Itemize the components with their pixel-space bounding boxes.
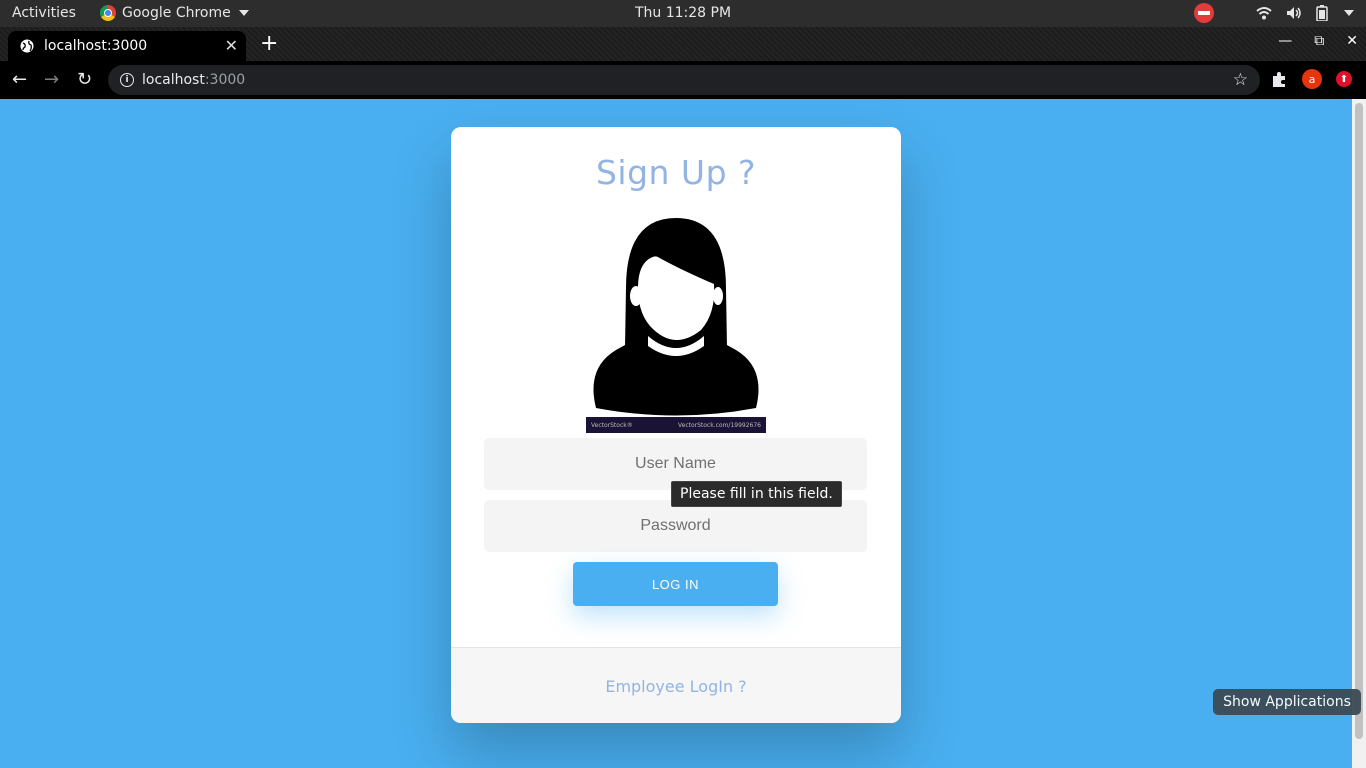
close-window-icon[interactable]: ✕ [1346,33,1358,49]
system-menu-chevron-icon[interactable] [1344,10,1354,16]
page-scrollbar[interactable] [1352,99,1366,768]
show-applications-tooltip: Show Applications [1213,689,1361,715]
login-button[interactable]: LOG IN [573,562,778,606]
employee-login-link[interactable]: Employee LogIn ? [605,677,746,696]
maximize-icon[interactable]: ⧉ [1314,33,1324,49]
new-tab-button[interactable]: + [260,31,278,56]
female-user-avatar-image [593,218,759,416]
reload-icon[interactable]: ↻ [77,69,92,90]
do-not-disturb-icon[interactable] [1194,3,1214,23]
vectorstock-watermark: VectorStock® VectorStock.com/19992676 [586,417,766,433]
site-info-icon[interactable]: i [120,73,134,87]
minimize-icon[interactable]: — [1278,33,1292,49]
close-tab-icon[interactable]: ✕ [225,36,238,55]
forward-arrow-icon[interactable]: → [44,69,59,90]
browser-toolbar: ← → ↻ i localhost:3000 ☆ [0,61,1366,99]
battery-icon [1316,5,1328,21]
system-tray[interactable] [1194,2,1354,24]
window-controls: — ⧉ ✕ [1278,33,1358,49]
back-arrow-icon[interactable]: ← [12,69,27,90]
update-extension-icon[interactable]: ⬆ [1336,71,1352,87]
globe-icon [20,39,34,53]
scrollbar-thumb[interactable] [1355,103,1363,739]
system-top-bar: Activities Google Chrome Thu 11:28 PM [0,0,1366,27]
tab-strip: localhost:3000 ✕ + — ⧉ ✕ [0,27,1366,61]
page-content: Sign Up ? VectorStock® VectorStock.com/1… [0,99,1352,768]
extensions-puzzle-icon[interactable] [1271,70,1289,88]
page-title: Sign Up ? [595,153,757,192]
signup-card: Sign Up ? VectorStock® VectorStock.com/1… [451,127,901,723]
validation-tooltip: Please fill in this field. [671,481,842,507]
volume-icon [1287,7,1301,19]
tab-localhost[interactable]: localhost:3000 ✕ [8,31,246,61]
url-host: localhost [142,72,205,88]
wifi-icon [1256,7,1272,20]
bookmark-star-icon[interactable]: ☆ [1233,70,1248,90]
password-input[interactable] [484,500,867,552]
address-bar[interactable]: i localhost:3000 ☆ [108,65,1260,95]
watermark-right: VectorStock.com/19992676 [677,421,761,429]
tab-title: localhost:3000 [44,38,148,54]
card-footer: Employee LogIn ? [451,647,901,723]
profile-avatar[interactable]: a [1302,69,1322,89]
url-port: :3000 [204,72,246,88]
watermark-left: VectorStock® [591,421,633,429]
clock[interactable]: Thu 11:28 PM [0,5,1366,21]
